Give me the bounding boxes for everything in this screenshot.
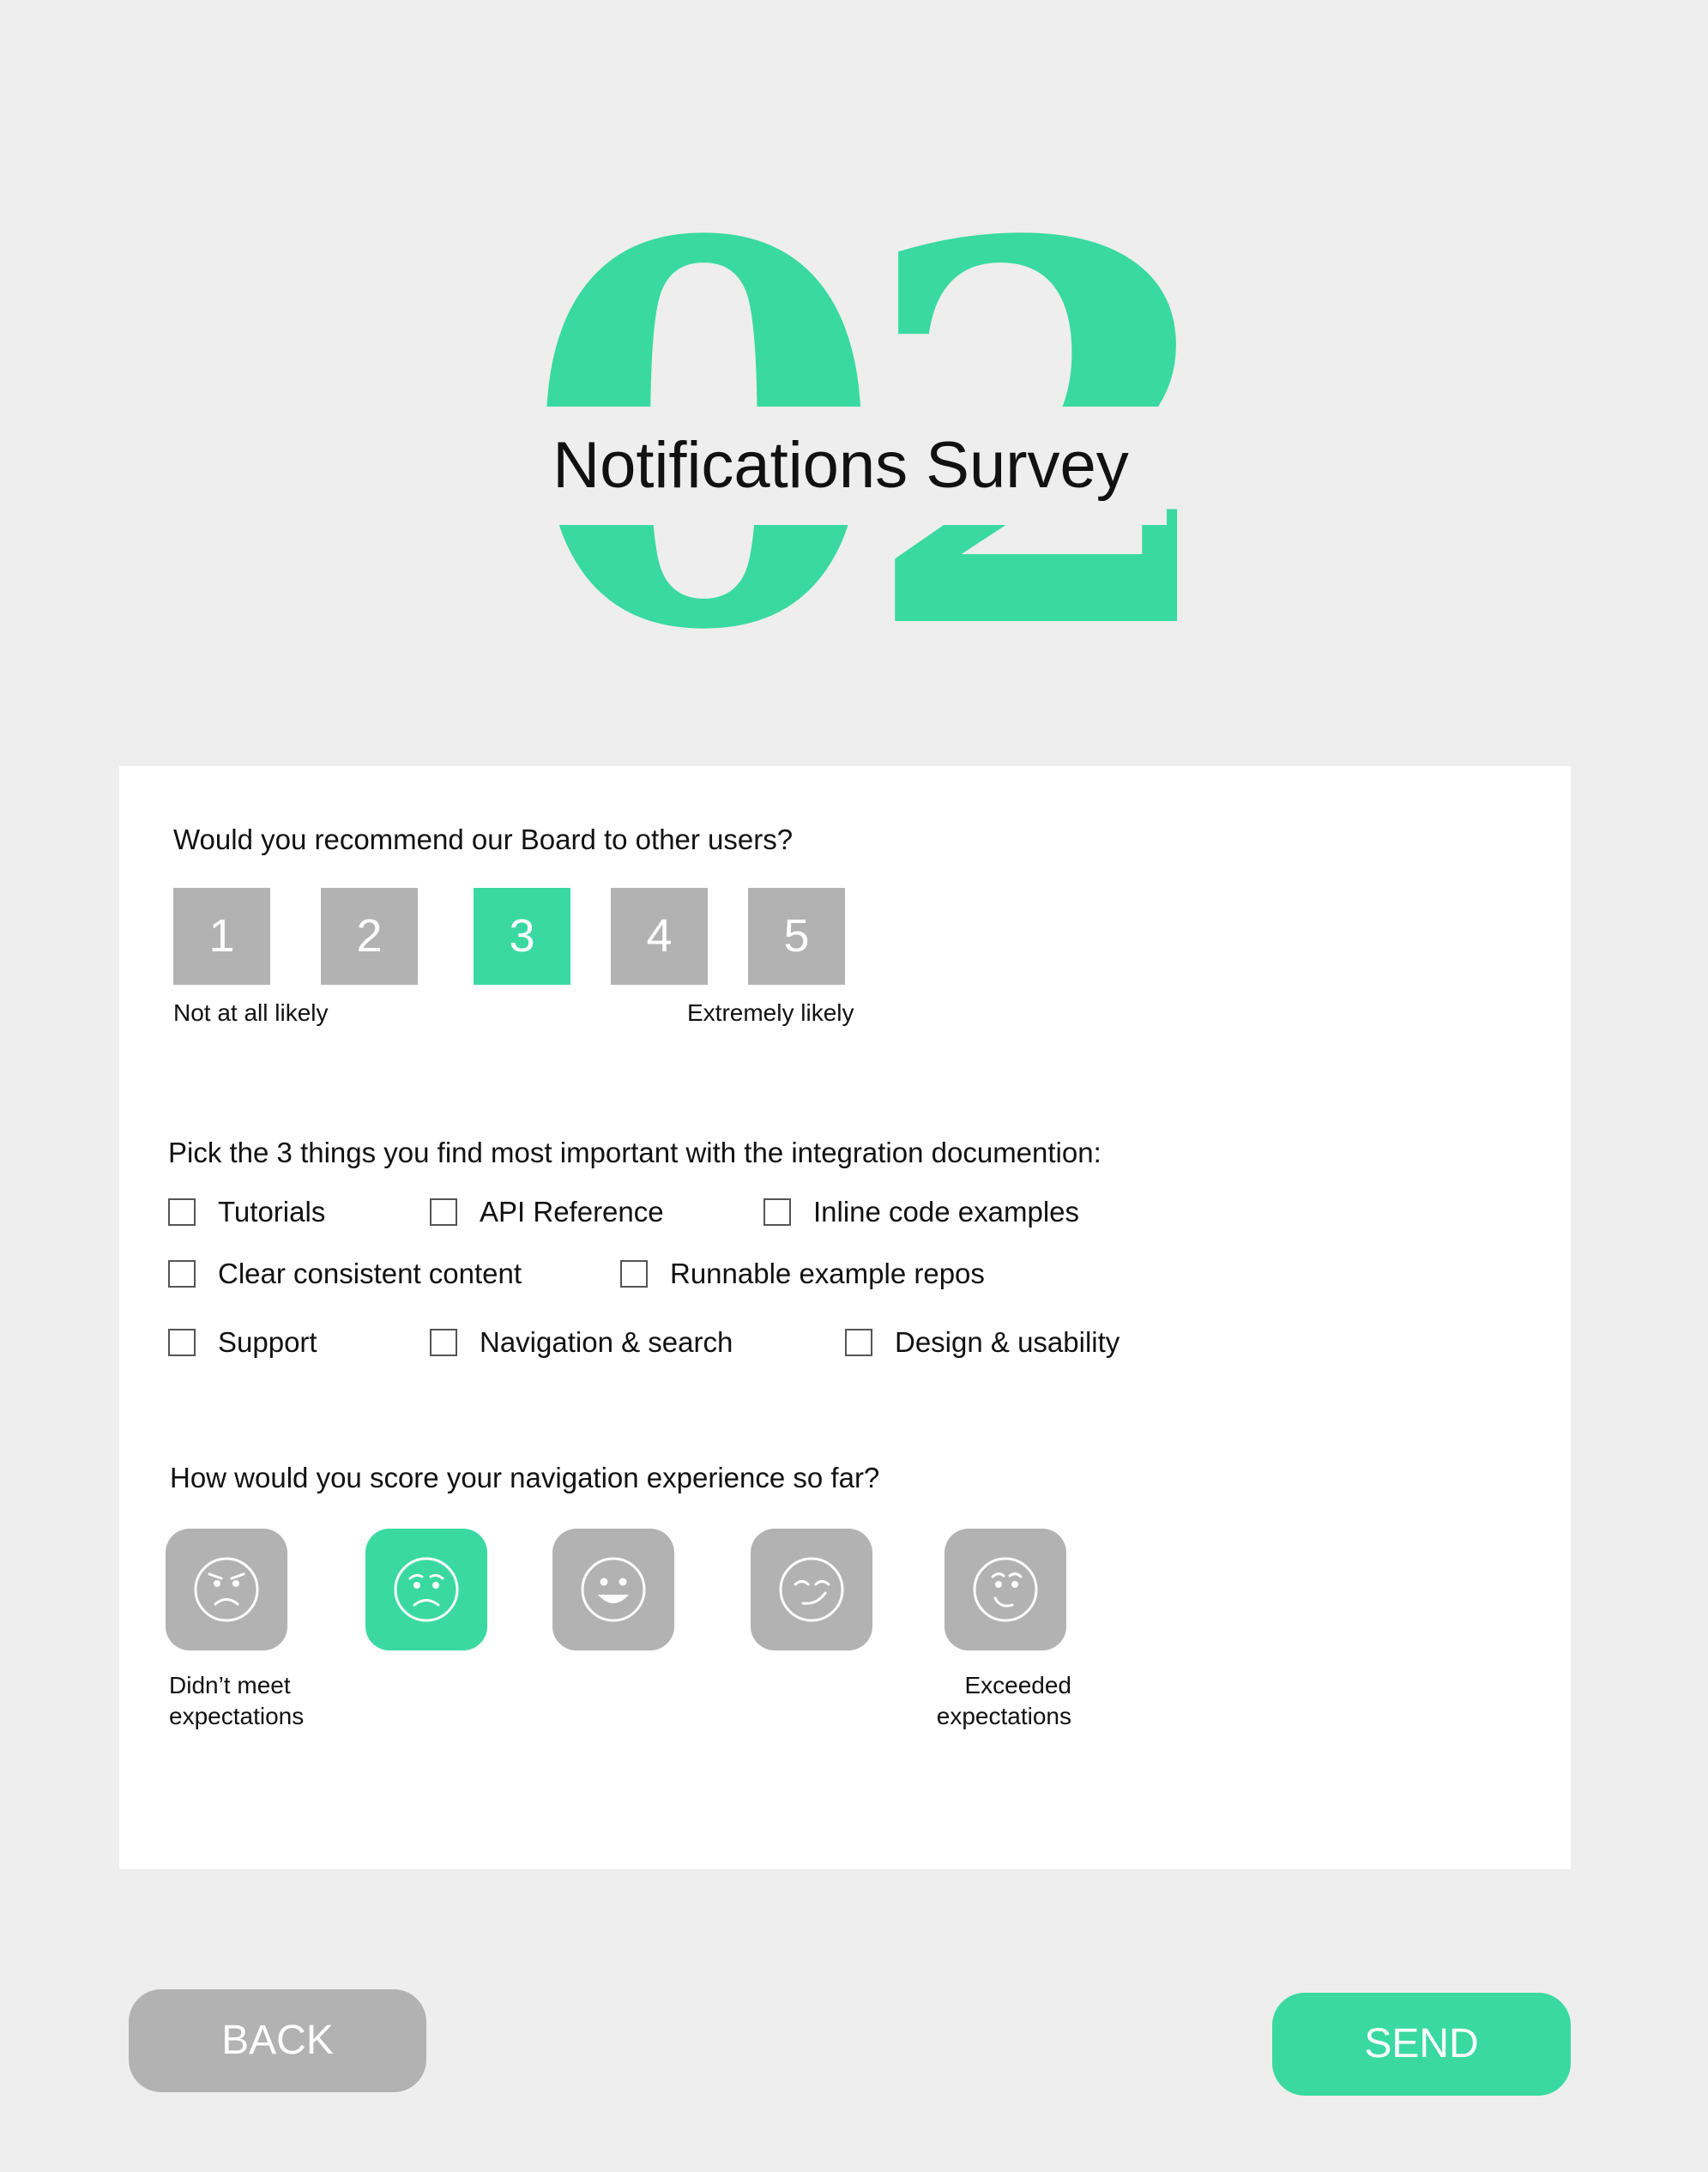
back-button[interactable]: BACK — [129, 1989, 426, 2092]
scale-low-label: Not at all likely — [173, 999, 329, 1026]
checkbox-tutorials[interactable]: Tutorials — [168, 1195, 325, 1229]
rating-option-4[interactable]: 4 — [611, 888, 708, 985]
checkbox-label: Inline code examples — [813, 1196, 1080, 1228]
rating-option-3[interactable]: 3 — [474, 888, 570, 985]
checkbox-label: Runnable example repos — [670, 1258, 985, 1289]
checkbox-api-reference[interactable]: API Reference — [430, 1195, 664, 1229]
question-recommend: Would you recommend our Board to other u… — [173, 824, 794, 855]
score-high-label: Exceeded expectations — [926, 1670, 1071, 1732]
checkbox-inline-code-examples[interactable]: Inline code examples — [763, 1195, 1079, 1229]
question-navigation-score: How would you score your navigation expe… — [170, 1462, 880, 1493]
score-option-2[interactable] — [365, 1529, 487, 1650]
delighted-face-icon — [973, 1557, 1038, 1622]
checkbox-box[interactable] — [430, 1329, 457, 1356]
checkbox-box[interactable] — [168, 1329, 196, 1356]
checkbox-box[interactable] — [168, 1260, 196, 1288]
winking-face-icon — [779, 1557, 844, 1622]
checkbox-box[interactable] — [763, 1198, 791, 1226]
score-low-label-line2: expectations — [169, 1703, 305, 1729]
checkbox-label: API Reference — [480, 1196, 664, 1228]
checkbox-box[interactable] — [430, 1198, 457, 1226]
rating-option-2[interactable]: 2 — [321, 888, 418, 985]
checkbox-box[interactable] — [620, 1260, 648, 1288]
checkbox-navigation-search[interactable]: Navigation & search — [430, 1325, 733, 1360]
checkbox-support[interactable]: Support — [168, 1325, 317, 1360]
checkbox-runnable-example-repos[interactable]: Runnable example repos — [620, 1257, 985, 1291]
rating-option-5[interactable]: 5 — [748, 888, 845, 985]
score-option-5[interactable] — [945, 1529, 1066, 1650]
angry-face-icon — [194, 1557, 259, 1622]
score-high-label-line2: expectations — [936, 1703, 1071, 1729]
score-low-label-line1: Didn’t meet — [169, 1672, 291, 1698]
checkbox-label: Navigation & search — [480, 1326, 733, 1358]
survey-header: 02 Notifications Survey — [0, 0, 1708, 703]
page-title: Notifications Survey — [552, 429, 1129, 502]
question-priorities: Pick the 3 things you find most importan… — [168, 1137, 1101, 1168]
smiling-face-icon — [581, 1557, 646, 1622]
survey-card: Would you recommend our Board to other u… — [119, 766, 1571, 1869]
checkbox-label: Support — [218, 1326, 317, 1358]
rating-option-1[interactable]: 1 — [173, 888, 270, 985]
score-option-3[interactable] — [552, 1529, 674, 1650]
send-button[interactable]: SEND — [1272, 1993, 1571, 2096]
score-option-1[interactable] — [166, 1529, 287, 1650]
checkbox-clear-consistent-content[interactable]: Clear consistent content — [168, 1257, 522, 1291]
checkbox-box[interactable] — [168, 1198, 196, 1226]
worried-face-icon — [394, 1557, 459, 1622]
score-low-label: Didn’t meet expectations — [169, 1670, 304, 1732]
checkbox-label: Design & usability — [895, 1326, 1120, 1358]
checkbox-label: Clear consistent content — [218, 1258, 522, 1289]
checkbox-label: Tutorials — [218, 1196, 326, 1228]
score-option-4[interactable] — [751, 1529, 872, 1650]
scale-high-label: Extremely likely — [687, 999, 854, 1026]
score-high-label-line1: Exceeded — [964, 1672, 1071, 1698]
checkbox-design-usability[interactable]: Design & usability — [845, 1325, 1120, 1360]
checkbox-box[interactable] — [845, 1329, 872, 1356]
